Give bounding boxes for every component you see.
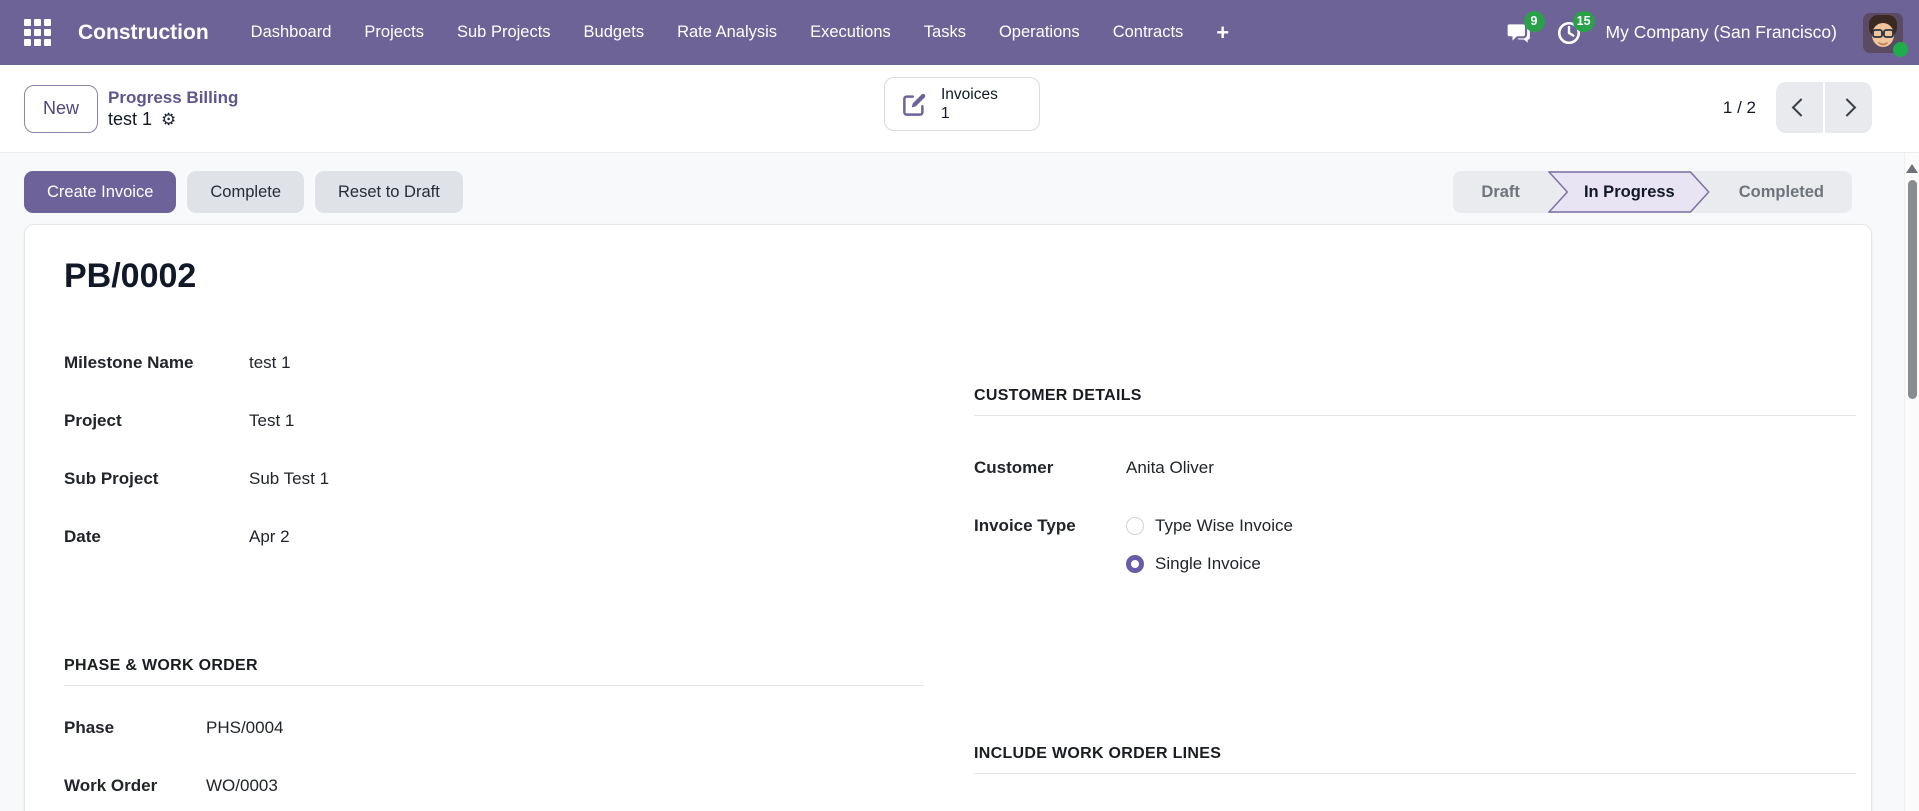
status-in-progress-label: In Progress — [1583, 182, 1675, 201]
menu-plus-icon[interactable]: + — [1216, 21, 1229, 44]
invoices-button-text: Invoices 1 — [941, 85, 998, 124]
radio-unchecked-icon[interactable] — [1126, 517, 1144, 535]
radio-type-wise-invoice-label: Type Wise Invoice — [1155, 516, 1293, 535]
phase-label: Phase — [64, 718, 115, 737]
radio-single-invoice-label: Single Invoice — [1155, 554, 1261, 573]
work-order-value[interactable]: WO/0003 — [206, 776, 278, 796]
customer-row: Customer Anita Oliver — [974, 458, 1856, 479]
scrollbar-thumb[interactable] — [1907, 180, 1917, 399]
menu-operations[interactable]: Operations — [999, 23, 1080, 42]
menu-rate-analysis[interactable]: Rate Analysis — [677, 23, 777, 42]
radio-single-invoice[interactable]: Single Invoice — [1126, 554, 1293, 574]
complete-button[interactable]: Complete — [187, 171, 305, 213]
date-row: Date Apr 2 — [64, 527, 924, 548]
vertical-scrollbar[interactable] — [1904, 153, 1919, 811]
project-row: Project Test 1 — [64, 411, 924, 432]
statusbar: Draft In Progress Completed — [1453, 171, 1852, 213]
invoice-type-row: Invoice Type Type Wise Invoice Single In… — [974, 516, 1856, 574]
include-work-order-lines-group: INCLUDE WORK ORDER LINES — [974, 745, 1856, 774]
phase-row: Phase PHS/0004 — [64, 718, 924, 739]
phase-work-order-heading: PHASE & WORK ORDER — [64, 657, 924, 686]
reset-to-draft-button[interactable]: Reset to Draft — [315, 171, 463, 213]
apps-grid-icon[interactable] — [24, 19, 51, 46]
menu-sub-projects[interactable]: Sub Projects — [457, 23, 551, 42]
include-work-order-lines-heading: INCLUDE WORK ORDER LINES — [974, 745, 1856, 774]
menu-dashboard[interactable]: Dashboard — [251, 23, 332, 42]
date-label: Date — [64, 527, 101, 546]
milestone-name-label: Milestone Name — [64, 353, 194, 372]
edit-invoice-icon — [903, 93, 926, 116]
pager-next-button[interactable] — [1825, 82, 1872, 133]
chevron-left-icon — [1791, 98, 1811, 117]
general-fields-group: Milestone Name test 1 Project Test 1 Sub… — [64, 353, 924, 585]
chevron-right-icon — [1837, 98, 1857, 117]
breadcrumb-current: test 1 ⚙ — [108, 109, 238, 130]
main-menu: Dashboard Projects Sub Projects Budgets … — [251, 21, 1230, 44]
top-navbar: Construction Dashboard Projects Sub Proj… — [0, 0, 1919, 65]
scrollbar-up-arrow-icon[interactable] — [1906, 164, 1918, 173]
invoices-button-count: 1 — [941, 105, 950, 122]
menu-budgets[interactable]: Budgets — [584, 23, 645, 42]
online-status-dot — [1893, 41, 1908, 57]
phase-work-order-group: PHASE & WORK ORDER Phase PHS/0004 Work O… — [64, 657, 924, 811]
navbar-right: 9 15 My Company (San Francisco) — [1506, 10, 1908, 57]
menu-contracts[interactable]: Contracts — [1113, 23, 1184, 42]
new-button[interactable]: New — [24, 84, 98, 133]
customer-label: Customer — [974, 458, 1054, 477]
date-value[interactable]: Apr 2 — [249, 527, 290, 547]
radio-checked-icon[interactable] — [1126, 555, 1144, 573]
record-title: PB/0002 — [64, 257, 197, 295]
radio-type-wise-invoice[interactable]: Type Wise Invoice — [1126, 516, 1293, 536]
phase-value[interactable]: PHS/0004 — [206, 718, 284, 738]
gear-icon[interactable]: ⚙ — [161, 111, 176, 128]
form-view: Create Invoice Complete Reset to Draft D… — [0, 153, 1919, 811]
form-sheet: PB/0002 Milestone Name test 1 Project Te… — [24, 224, 1872, 811]
breadcrumb-parent-link[interactable]: Progress Billing — [108, 88, 238, 108]
milestone-name-row: Milestone Name test 1 — [64, 353, 924, 374]
app-name[interactable]: Construction — [78, 21, 209, 45]
invoice-type-label: Invoice Type — [974, 516, 1076, 535]
project-label: Project — [64, 411, 122, 430]
invoices-button-label: Invoices — [941, 85, 998, 103]
customer-details-heading: CUSTOMER DETAILS — [974, 387, 1856, 416]
control-panel: New Progress Billing test 1 ⚙ Invoices 1… — [0, 65, 1919, 153]
project-value[interactable]: Test 1 — [249, 411, 294, 431]
status-draft[interactable]: Draft — [1453, 171, 1548, 213]
invoices-smart-button[interactable]: Invoices 1 — [884, 77, 1040, 131]
menu-projects[interactable]: Projects — [364, 23, 424, 42]
record-pager: 1 / 2 — [1723, 82, 1872, 133]
action-buttons: Create Invoice Complete Reset to Draft — [24, 171, 463, 213]
menu-executions[interactable]: Executions — [810, 23, 891, 42]
breadcrumb-current-label: test 1 — [108, 108, 153, 129]
menu-tasks[interactable]: Tasks — [924, 23, 966, 42]
pager-previous-button[interactable] — [1776, 82, 1823, 133]
breadcrumb: Progress Billing test 1 ⚙ — [108, 88, 238, 130]
activities-icon[interactable]: 15 — [1556, 10, 1595, 46]
user-menu[interactable] — [1863, 12, 1908, 57]
milestone-name-value[interactable]: test 1 — [249, 353, 291, 373]
work-order-row: Work Order WO/0003 — [64, 776, 924, 797]
create-invoice-button[interactable]: Create Invoice — [24, 171, 177, 213]
sub-project-row: Sub Project Sub Test 1 — [64, 469, 924, 490]
work-order-label: Work Order — [64, 776, 158, 795]
customer-value[interactable]: Anita Oliver — [1126, 458, 1214, 478]
activities-badge: 15 — [1572, 10, 1595, 32]
pager-buttons — [1776, 82, 1872, 133]
status-completed[interactable]: Completed — [1711, 171, 1852, 213]
invoice-type-options: Type Wise Invoice Single Invoice — [1126, 516, 1293, 574]
status-in-progress[interactable]: In Progress — [1547, 171, 1711, 213]
messages-icon[interactable]: 9 — [1506, 10, 1545, 46]
company-switcher[interactable]: My Company (San Francisco) — [1606, 22, 1837, 43]
sub-project-value[interactable]: Sub Test 1 — [249, 469, 329, 489]
customer-details-group: CUSTOMER DETAILS Customer Anita Oliver I… — [974, 387, 1856, 611]
pager-count: 1 / 2 — [1722, 97, 1756, 117]
sub-project-label: Sub Project — [64, 469, 159, 488]
messages-badge: 9 — [1523, 10, 1545, 32]
